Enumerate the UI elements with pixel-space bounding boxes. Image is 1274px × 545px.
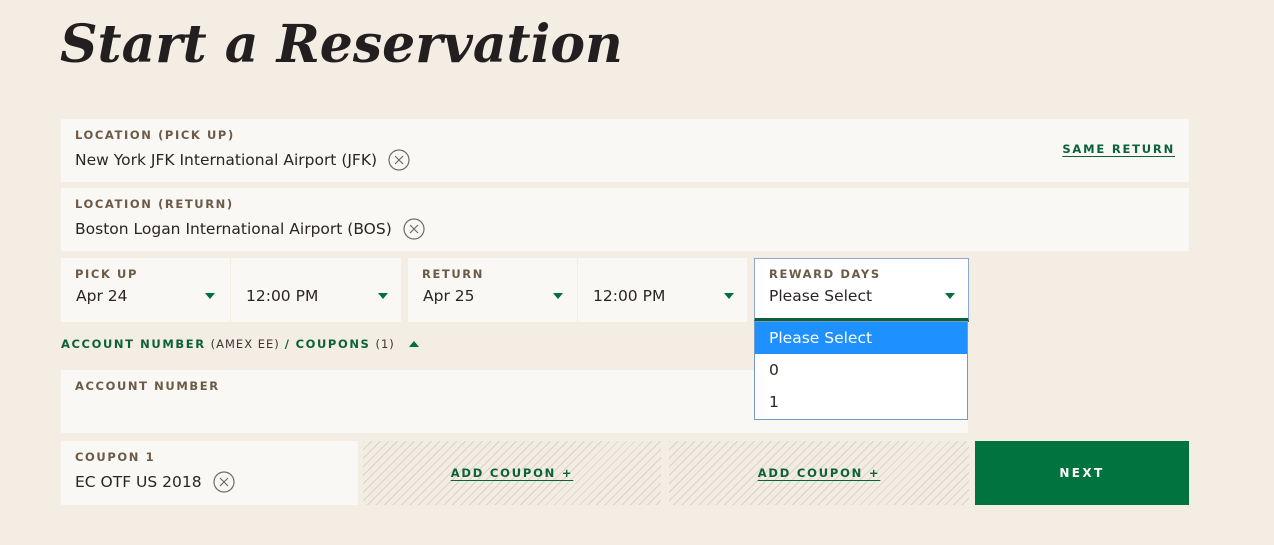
pickup-location-field[interactable]: LOCATION (PICK UP) New York JFK Internat… — [61, 119, 1189, 182]
account-number-label: ACCOUNT NUMBER — [75, 379, 220, 393]
toggle-separator: / — [284, 337, 291, 351]
reward-days-option[interactable]: 1 — [755, 386, 967, 418]
pickup-date-select[interactable]: PICK UP Apr 24 — [61, 258, 230, 322]
coupon-1-label: COUPON 1 — [75, 450, 156, 464]
pickup-location-label: LOCATION (PICK UP) — [75, 128, 235, 142]
account-coupons-toggle[interactable]: ACCOUNT NUMBER (AMEX EE) / COUPONS (1) — [61, 337, 419, 351]
coupons-toggle-label: COUPONS — [295, 337, 371, 351]
return-time-value: 12:00 PM — [593, 287, 666, 305]
pickup-date-value: Apr 24 — [76, 287, 128, 305]
coupons-toggle-count: (1) — [375, 337, 395, 351]
next-button[interactable]: NEXT — [975, 441, 1189, 505]
reward-days-dropdown: Please Select 0 1 — [754, 321, 968, 420]
pickup-date-label: PICK UP — [75, 267, 139, 281]
return-location-field[interactable]: LOCATION (RETURN) Boston Logan Internati… — [61, 188, 1189, 251]
return-time-caret-icon[interactable] — [724, 293, 734, 299]
clear-pickup-location-icon[interactable] — [388, 149, 410, 171]
reward-days-option[interactable]: 0 — [755, 354, 967, 386]
pickup-date-caret-icon[interactable] — [205, 293, 215, 299]
page-title: Start a Reservation — [60, 14, 623, 75]
return-date-label: RETURN — [422, 267, 484, 281]
pickup-time-caret-icon[interactable] — [378, 293, 388, 299]
coupon-1-field[interactable]: COUPON 1 EC OTF US 2018 — [61, 441, 358, 505]
reward-days-caret-icon[interactable] — [945, 293, 955, 299]
return-time-select[interactable]: 12:00 PM — [578, 258, 747, 322]
reward-days-label: REWARD DAYS — [769, 267, 881, 281]
coupon-1-value[interactable]: EC OTF US 2018 — [75, 473, 202, 491]
collapse-caret-icon[interactable] — [408, 341, 419, 347]
account-toggle-value: (AMEX EE) — [210, 337, 280, 351]
add-coupon-slot-3[interactable]: ADD COUPON + — [669, 441, 969, 505]
return-location-label: LOCATION (RETURN) — [75, 197, 234, 211]
pickup-location-value[interactable]: New York JFK International Airport (JFK) — [75, 151, 377, 169]
add-coupon-link[interactable]: ADD COUPON + — [758, 466, 881, 480]
clear-coupon-1-icon[interactable] — [213, 471, 235, 493]
pickup-time-value: 12:00 PM — [246, 287, 319, 305]
reward-days-option[interactable]: Please Select — [755, 322, 967, 354]
pickup-time-select[interactable]: 12:00 PM — [231, 258, 401, 322]
return-date-value: Apr 25 — [423, 287, 475, 305]
return-location-value[interactable]: Boston Logan International Airport (BOS) — [75, 220, 392, 238]
return-date-caret-icon[interactable] — [553, 293, 563, 299]
clear-return-location-icon[interactable] — [403, 218, 425, 240]
account-toggle-label: ACCOUNT NUMBER — [61, 337, 206, 351]
reward-days-select[interactable]: REWARD DAYS Please Select — [754, 258, 969, 322]
add-coupon-link[interactable]: ADD COUPON + — [451, 466, 574, 480]
same-return-link[interactable]: SAME RETURN — [1062, 142, 1175, 156]
reward-days-value: Please Select — [769, 287, 873, 305]
return-date-select[interactable]: RETURN Apr 25 — [408, 258, 577, 322]
add-coupon-slot-2[interactable]: ADD COUPON + — [363, 441, 661, 505]
